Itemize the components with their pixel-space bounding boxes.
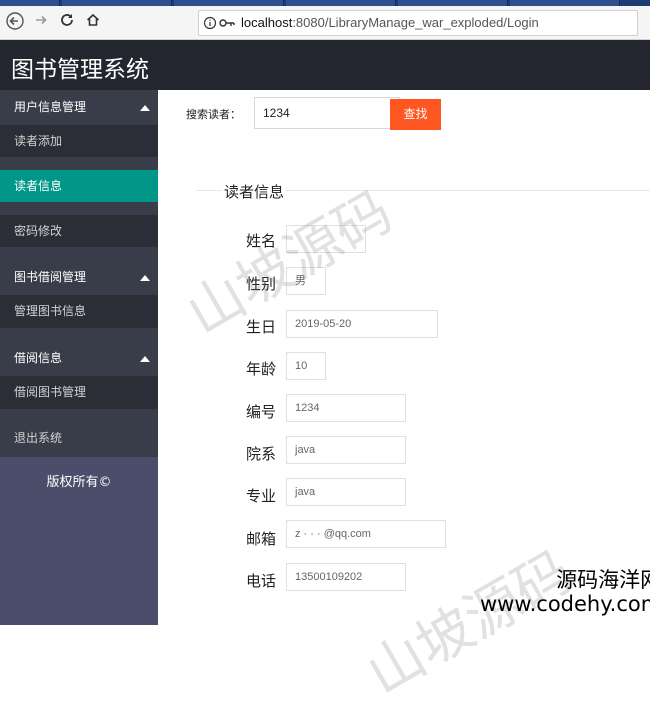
phone-field[interactable]: 13500109202 [286, 563, 406, 591]
site-info-icon[interactable] [203, 16, 236, 33]
site-watermark: 源码海洋网 www.codehy.com [480, 568, 650, 616]
site-watermark-name: 源码海洋网 [556, 568, 650, 592]
sidebar-item-logout[interactable]: 退出系统 [0, 422, 158, 455]
sidebar-item-label: 读者添加 [14, 134, 63, 148]
sidebar-item-label: 用户信息管理 [14, 100, 87, 114]
field-label-department: 院系 [246, 445, 277, 463]
sidebar-item-reader-info[interactable]: 读者信息 [0, 170, 158, 202]
gender-field[interactable]: 男 [286, 267, 326, 295]
search-input[interactable] [254, 97, 400, 129]
field-label-phone: 电话 [246, 572, 277, 590]
sidebar-group-borrow-manage[interactable]: 图书借阅管理 [0, 260, 158, 295]
sidebar-item-label: 读者信息 [14, 179, 63, 193]
app-header: 图书管理系统 [0, 40, 650, 90]
department-field[interactable]: java [286, 436, 406, 464]
site-watermark-url: www.codehy.com [480, 592, 650, 616]
search-button[interactable]: 查找 [390, 99, 441, 130]
watermark-text: 山坡源码 [356, 539, 583, 708]
app-title: 图书管理系统 [11, 57, 149, 83]
address-bar: localhost:8080/LibraryManage_war_explode… [0, 6, 650, 40]
name-field[interactable] [286, 225, 366, 253]
reader-info-legend: 读者信息 [222, 181, 287, 202]
field-label-major: 专业 [246, 487, 277, 505]
sidebar-item-label: 管理图书信息 [14, 304, 87, 318]
field-label-gender: 性别 [246, 275, 277, 293]
birthday-field[interactable]: 2019-05-20 [286, 310, 438, 338]
sidebar-group-user-info[interactable]: 用户信息管理 [0, 90, 158, 125]
id-field[interactable]: 1234 [286, 394, 406, 422]
sidebar-item-label: 借阅信息 [14, 351, 63, 365]
caret-up-icon [140, 355, 150, 362]
caret-up-icon [140, 104, 150, 111]
field-label-age: 年龄 [246, 360, 277, 378]
search-label: 搜索读者： [186, 108, 241, 121]
sidebar-group-borrow-info[interactable]: 借阅信息 [0, 341, 158, 376]
age-field[interactable]: 10 [286, 352, 326, 380]
email-field[interactable]: z · · · @qq.com [286, 520, 446, 548]
sidebar-item-change-password[interactable]: 密码修改 [0, 215, 158, 247]
field-label-name: 姓名 [246, 232, 277, 250]
sidebar-item-add-reader[interactable]: 读者添加 [0, 125, 158, 157]
reload-icon[interactable] [56, 12, 78, 34]
sidebar-item-label: 密码修改 [14, 224, 63, 238]
field-label-birthday: 生日 [246, 318, 277, 336]
url-host: localhost [241, 15, 293, 30]
url-input[interactable]: localhost:8080/LibraryManage_war_explode… [198, 10, 638, 36]
copyright-text: 版权所有© [46, 475, 112, 490]
url-path: :8080/LibraryManage_war_exploded/Login [292, 15, 539, 30]
sidebar-item-manage-books[interactable]: 管理图书信息 [0, 295, 158, 328]
sidebar-item-borrow-books[interactable]: 借阅图书管理 [0, 376, 158, 409]
field-label-email: 邮箱 [246, 530, 277, 548]
sidebar-item-label: 图书借阅管理 [14, 270, 87, 284]
copyright-panel: 版权所有© [0, 457, 158, 625]
caret-up-icon [140, 274, 150, 281]
home-icon[interactable] [82, 12, 104, 34]
major-field[interactable]: java [286, 478, 406, 506]
field-label-id: 编号 [246, 403, 277, 421]
back-icon[interactable] [4, 12, 26, 34]
sidebar-item-label: 借阅图书管理 [14, 385, 87, 399]
sidebar-item-label: 退出系统 [14, 431, 63, 445]
forward-icon[interactable] [30, 12, 52, 34]
